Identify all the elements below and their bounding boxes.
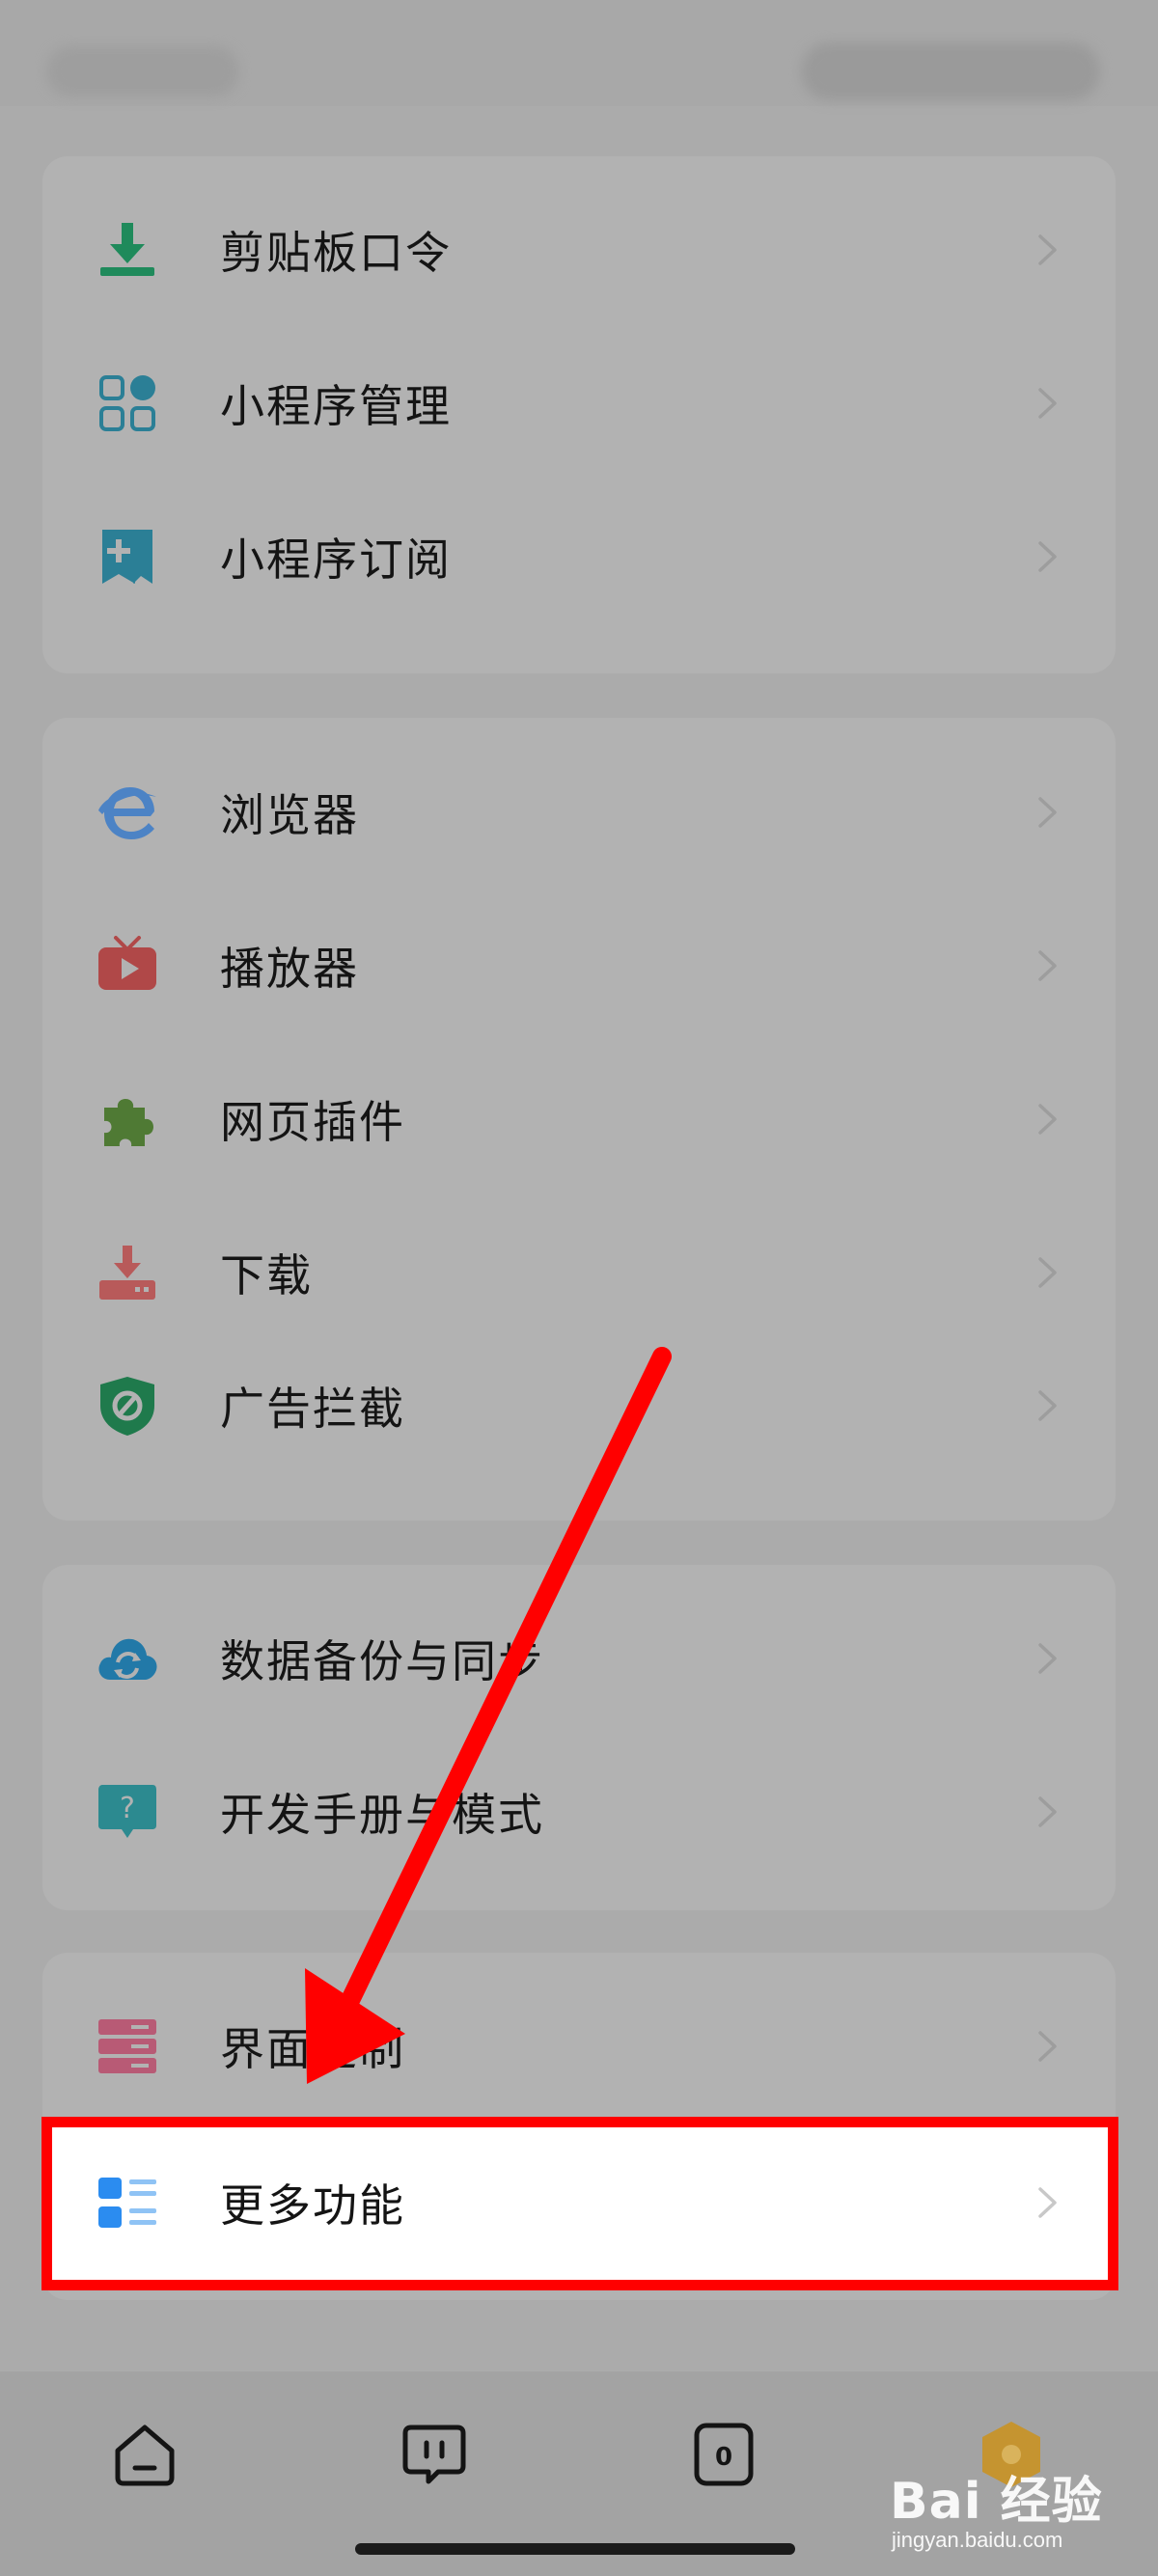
settings-group-tools: 剪贴板口令 小程序管理 小程序订阅 xyxy=(42,156,1116,673)
menu-item-label: 播放器 xyxy=(220,943,359,995)
home-indicator xyxy=(355,2543,795,2555)
grid-apps-icon xyxy=(96,372,158,434)
shield-block-icon xyxy=(96,1375,158,1437)
menu-item-label: 数据备份与同步 xyxy=(220,1635,544,1687)
menu-item-clipboard-code[interactable]: 剪贴板口令 xyxy=(42,178,1116,322)
status-icons-blurred xyxy=(801,42,1100,100)
list-more-icon xyxy=(96,2172,158,2233)
chevron-right-icon xyxy=(1029,538,1065,575)
menu-item-label: 开发手册与模式 xyxy=(220,1789,544,1841)
puzzle-icon xyxy=(96,1088,158,1150)
chevron-right-icon xyxy=(1029,1387,1065,1424)
chevron-right-icon xyxy=(1029,1254,1065,1291)
menu-item-browser[interactable]: 浏览器 xyxy=(42,740,1116,885)
chevron-right-icon xyxy=(1029,794,1065,831)
tv-play-icon xyxy=(96,935,158,997)
menu-item-label: 网页插件 xyxy=(220,1096,405,1148)
menu-item-label: 广告拦截 xyxy=(220,1383,405,1435)
clipboard-download-icon xyxy=(96,219,158,281)
menu-item-downloads[interactable]: 下载 xyxy=(42,1200,1116,1345)
chevron-right-icon xyxy=(1029,1794,1065,1830)
browser-e-icon xyxy=(96,781,158,843)
menu-item-miniprogram-manage[interactable]: 小程序管理 xyxy=(42,331,1116,476)
settings-group-data: 数据备份与同步 ? 开发手册与模式 xyxy=(42,1565,1116,1910)
svg-text:?: ? xyxy=(120,1792,135,1825)
menu-item-label: 小程序管理 xyxy=(220,380,452,432)
chevron-right-icon xyxy=(1029,232,1065,268)
menu-item-ad-block[interactable]: 广告拦截 xyxy=(42,1333,1116,1478)
menu-item-label: 剪贴板口令 xyxy=(220,227,452,279)
chevron-right-icon xyxy=(1029,1101,1065,1137)
help-bubble-icon: ? xyxy=(96,1781,158,1843)
menu-item-label: 更多功能 xyxy=(220,2179,405,2232)
home-icon[interactable] xyxy=(108,2418,181,2491)
menu-item-web-plugins[interactable]: 网页插件 xyxy=(42,1047,1116,1192)
menu-item-label: 界面定制 xyxy=(220,2023,405,2075)
chevron-right-icon xyxy=(1029,385,1065,422)
menu-item-label: 浏览器 xyxy=(220,789,359,841)
cloud-sync-icon xyxy=(96,1628,158,1689)
chevron-right-icon xyxy=(1029,1640,1065,1677)
menu-item-label: 小程序订阅 xyxy=(220,534,452,586)
server-stack-icon xyxy=(96,2015,158,2077)
menu-item-miniprogram-subscribe[interactable]: 小程序订阅 xyxy=(42,484,1116,629)
chevron-right-icon xyxy=(1029,2028,1065,2065)
menu-item-dev-manual-mode[interactable]: ? 开发手册与模式 xyxy=(42,1740,1116,1884)
watermark-url: jingyan.baidu.com xyxy=(892,2528,1063,2552)
menu-item-ui-customize[interactable]: 界面定制 xyxy=(42,1974,1116,2119)
chat-bubble-icon[interactable] xyxy=(398,2418,471,2491)
status-time-blurred xyxy=(46,46,239,96)
menu-item-player[interactable]: 播放器 xyxy=(42,893,1116,1038)
settings-group-browser: 浏览器 播放器 网页插件 下载 广告拦截 xyxy=(42,718,1116,1521)
menu-item-backup-sync[interactable]: 数据备份与同步 xyxy=(42,1586,1116,1731)
chevron-right-icon xyxy=(1029,2184,1065,2221)
chevron-right-icon xyxy=(1029,947,1065,984)
watermark: Bai 经验 jingyan.baidu.com xyxy=(886,2451,1127,2557)
tabs-count-text: 0 xyxy=(715,2443,732,2472)
menu-item-label: 下载 xyxy=(220,1249,313,1302)
tabs-count-icon[interactable]: 0 xyxy=(687,2418,760,2491)
bookmark-plus-icon xyxy=(96,526,158,588)
watermark-brand: Bai 经验 xyxy=(890,2473,1103,2531)
status-bar xyxy=(0,0,1158,106)
download-tray-icon xyxy=(96,1242,158,1303)
menu-item-more-features[interactable]: 更多功能 xyxy=(42,2130,1116,2275)
